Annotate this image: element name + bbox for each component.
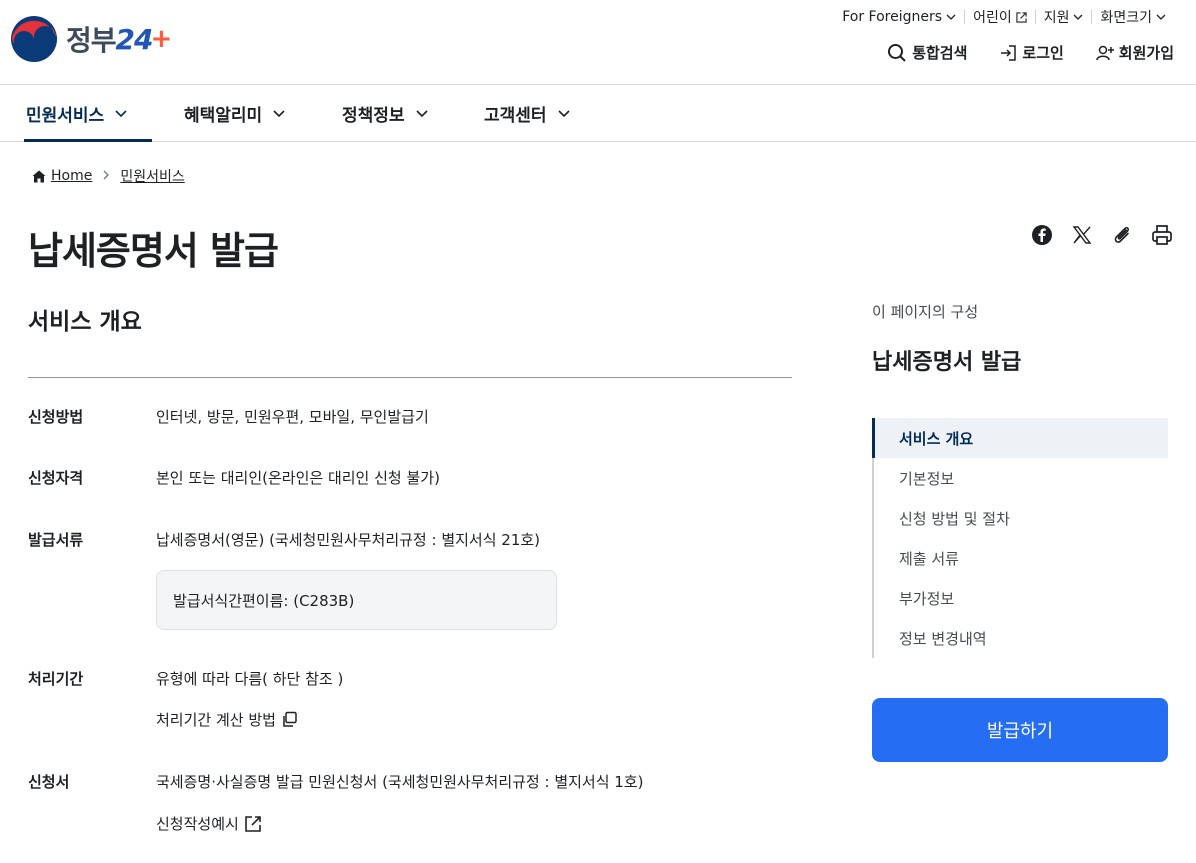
for-foreigners-link[interactable]: For Foreigners [834,8,964,26]
period-calc-link[interactable]: 처리기간 계산 방법 [156,709,298,730]
breadcrumb-home[interactable]: Home [32,168,92,184]
print-icon[interactable] [1150,223,1174,247]
info-value: 인터넷, 방문, 민원우편, 모바일, 무인발급기 [156,408,429,426]
kids-link[interactable]: 어린이 [965,8,1035,26]
main-navigation: 민원서비스 혜택알리미 정책정보 고객센터 [0,85,1196,142]
issue-button[interactable]: 발급하기 [872,698,1168,762]
info-value: 납세증명서(영문) (국세청민원사무처리규정 : 별지서식 21호) [156,531,541,549]
chevron-down-icon [1074,14,1083,20]
info-label: 신청서 [28,773,70,791]
info-value: 본인 또는 대리인(온라인은 대리인 신청 불가) [156,469,440,487]
toc-item-apply-procedure[interactable]: 신청 방법 및 절차 [874,498,1168,538]
info-value: 국세증명·사실증명 발급 민원신청서 (국세청민원사무처리규정 : 별지서식 1… [156,773,644,791]
taegeuk-logo-icon [11,16,57,62]
page-title: 납세증명서 발급 [28,229,279,273]
divider [28,377,792,378]
chevron-down-icon [946,14,956,20]
site-header: 정부24+ For Foreigners 어린이 지원 화면크기 통합검색 [0,0,1196,85]
chevron-down-icon [1156,14,1166,20]
logo[interactable]: 정부 24 + [10,15,172,63]
toc-item-submit-documents[interactable]: 제출 서류 [874,538,1168,578]
login-button[interactable]: 로그인 [999,42,1064,63]
section-title: 서비스 개요 [28,309,142,335]
gnb-item-civil-services[interactable]: 민원서비스 [24,85,152,142]
chevron-down-icon [557,110,570,118]
search-icon [888,43,906,62]
utility-menu: For Foreigners 어린이 지원 화면크기 [834,8,1174,26]
copy-icon [283,711,297,727]
breadcrumb-civil-services[interactable]: 민원서비스 [120,166,184,186]
chevron-down-icon [415,110,428,118]
user-add-icon [1096,45,1114,60]
logo-text: 정부 24 + [66,22,172,58]
info-label: 발급서류 [28,531,84,549]
clip-icon[interactable] [1110,223,1134,247]
screen-size-menu[interactable]: 화면크기 [1092,8,1174,26]
toc-caption: 이 페이지의 구성 [872,303,979,321]
gnb-item-customer-center[interactable]: 고객센터 [484,85,571,141]
gnb-item-benefits[interactable]: 혜택알리미 [184,85,286,141]
home-icon [32,170,46,182]
x-icon[interactable] [1070,223,1094,247]
login-icon [1001,44,1017,61]
toc-item-basic-info[interactable]: 기본정보 [874,458,1168,498]
info-label: 신청자격 [28,469,84,487]
signup-button[interactable]: 회원가입 [1096,42,1174,63]
gnb-item-policy[interactable]: 정책정보 [342,85,429,141]
form-code-text: 발급서식간편이름: (C283B) [173,591,355,610]
share-tools [1014,223,1174,247]
support-menu[interactable]: 지원 [1036,8,1092,26]
toc-item-change-history[interactable]: 정보 변경내역 [874,618,1168,658]
toc-list: 서비스 개요 기본정보 신청 방법 및 절차 제출 서류 부가정보 정보 변경내… [872,418,1168,658]
external-link-icon [245,815,261,832]
form-code-box: 발급서식간편이름: (C283B) [156,570,557,630]
toc-item-additional-info[interactable]: 부가정보 [874,578,1168,618]
toc-item-service-overview[interactable]: 서비스 개요 [872,418,1168,458]
chevron-down-icon [115,110,127,118]
chevron-down-icon [273,110,285,118]
external-link-icon [1016,11,1027,23]
search-button[interactable]: 통합검색 [887,42,967,63]
header-actions: 통합검색 로그인 회원가입 [855,42,1174,63]
breadcrumb: Home 민원서비스 [32,166,185,186]
facebook-icon[interactable] [1030,223,1054,247]
info-value: 유형에 따라 다름( 하단 참조 ) [156,670,344,688]
chevron-right-icon [102,169,110,183]
info-label: 처리기간 [28,670,84,688]
toc-title: 납세증명서 발급 [872,350,1022,375]
info-label: 신청방법 [28,408,84,426]
form-example-link[interactable]: 신청작성예시 [156,813,262,834]
